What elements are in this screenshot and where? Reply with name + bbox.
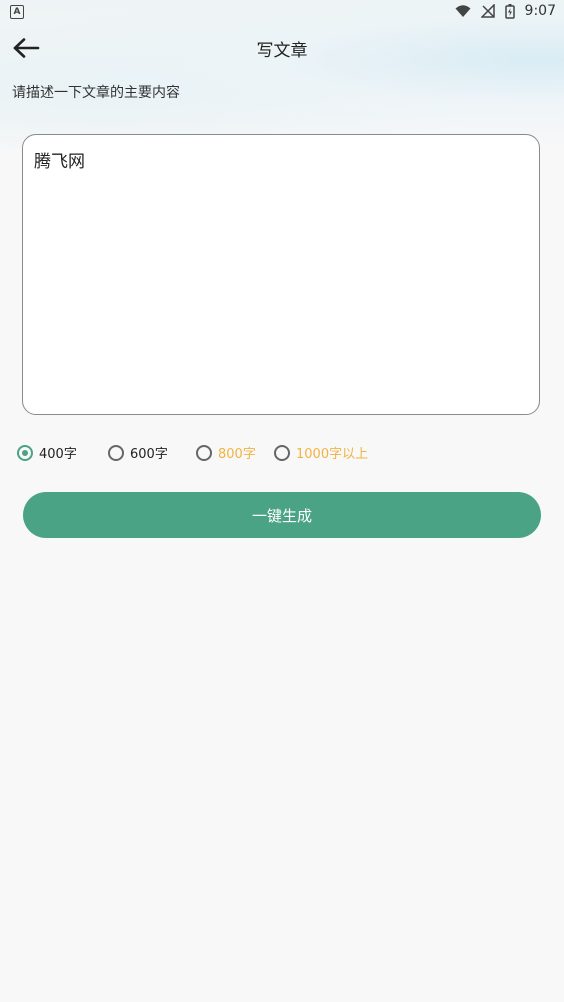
length-options: 400字 600字 800字 1000字以上: [0, 443, 564, 467]
length-option-600[interactable]: 600字: [108, 443, 168, 462]
content-input-value: 腾飞网: [34, 152, 85, 172]
radio-checked-icon: [17, 444, 33, 461]
length-option-400[interactable]: 400字: [17, 443, 77, 462]
status-bar: A 9:07: [0, 0, 564, 24]
generate-button[interactable]: 一键生成: [23, 492, 541, 538]
radio-unchecked-icon: [274, 444, 290, 461]
length-option-label: 1000字以上: [296, 447, 369, 462]
length-option-1000-plus[interactable]: 1000字以上: [274, 443, 368, 462]
length-option-label: 800字: [218, 447, 256, 462]
length-option-label: 400字: [39, 447, 77, 462]
app-bar: 写文章: [0, 24, 564, 72]
battery-icon: [504, 3, 515, 19]
no-signal-icon: [480, 4, 495, 18]
status-icons: 9:07: [455, 3, 556, 19]
status-time: 9:07: [524, 3, 556, 19]
length-option-800[interactable]: 800字: [196, 443, 256, 462]
content-input[interactable]: 腾飞网: [22, 134, 540, 415]
page-title: 写文章: [256, 41, 308, 61]
wifi-icon: [455, 5, 471, 17]
radio-unchecked-icon: [196, 444, 212, 461]
content-prompt-label: 请描述一下文章的主要内容: [12, 85, 180, 101]
notification-icon: A: [10, 5, 24, 19]
radio-unchecked-icon: [108, 444, 124, 461]
length-option-label: 600字: [130, 447, 168, 462]
